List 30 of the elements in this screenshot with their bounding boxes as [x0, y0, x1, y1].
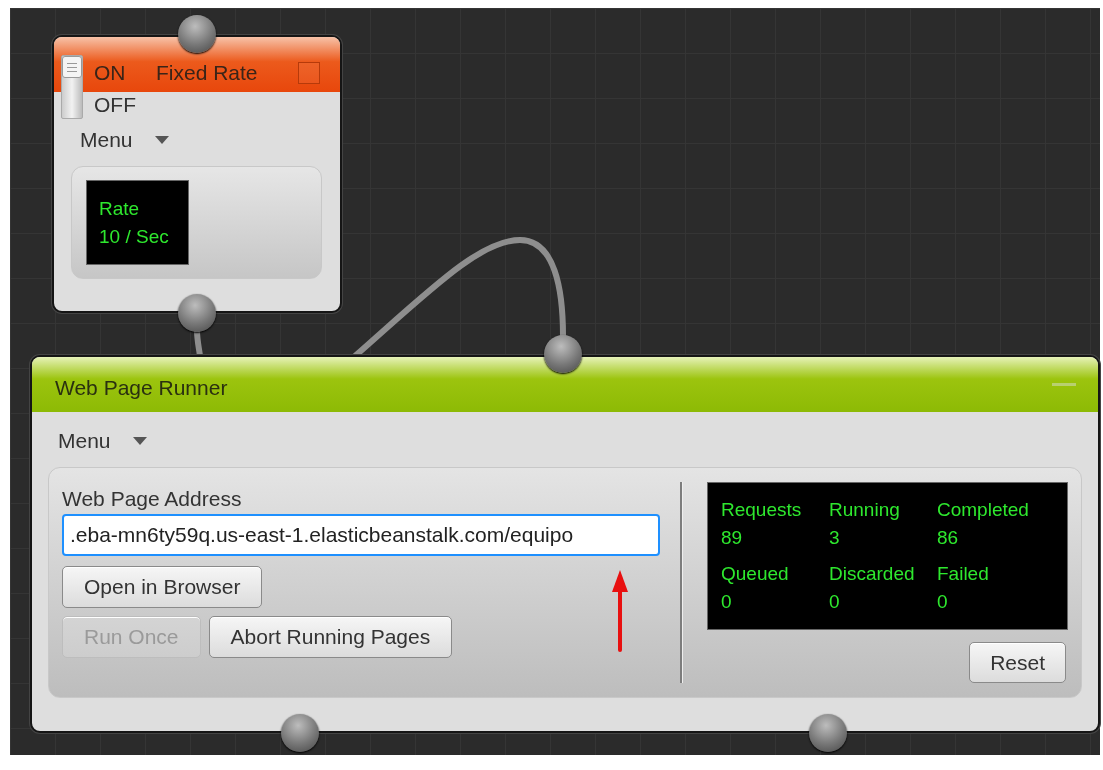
stat-value: 0 [721, 591, 733, 613]
connection-wire [194, 329, 203, 357]
on-off-switch[interactable] [61, 55, 83, 119]
display-text: Rate [99, 198, 141, 220]
stat-label: Requests [721, 499, 803, 521]
stat-label: Queued [721, 563, 790, 585]
caret-icon [154, 136, 169, 144]
stat-value: 89 [721, 527, 744, 549]
fixed-rate-checkbox[interactable] [298, 62, 320, 84]
off-label: OFF [93, 92, 137, 118]
menu-dropdown[interactable]: Menu [58, 429, 147, 453]
stat-value: 0 [829, 591, 841, 613]
stat-value: 3 [829, 527, 841, 549]
menu-dropdown[interactable]: Menu [80, 128, 169, 152]
checkbox-label: Fixed Rate [156, 61, 259, 85]
stat-value: 0 [937, 591, 949, 613]
stat-label: Completed [937, 499, 1030, 521]
node-title: Web Page Runner [55, 374, 228, 400]
display-text: 10 / Sec [99, 226, 170, 248]
reset-button[interactable]: Reset [969, 642, 1066, 683]
on-label: ON [94, 61, 127, 85]
stat-label: Running [829, 499, 901, 521]
stat-label: Discarded [829, 563, 916, 585]
caret-icon [132, 437, 147, 445]
address-field[interactable]: .eba-mn6ty59q.us-east-1.elasticbeanstalk.com/equipo [62, 514, 660, 556]
action-button[interactable]: Abort Running Pages [208, 616, 453, 658]
open-browser-button[interactable]: Open in Browser [62, 566, 263, 608]
stat-value: 86 [937, 527, 960, 549]
stat-label: Failed [937, 563, 990, 585]
field-label: Web Page Address [62, 486, 242, 512]
